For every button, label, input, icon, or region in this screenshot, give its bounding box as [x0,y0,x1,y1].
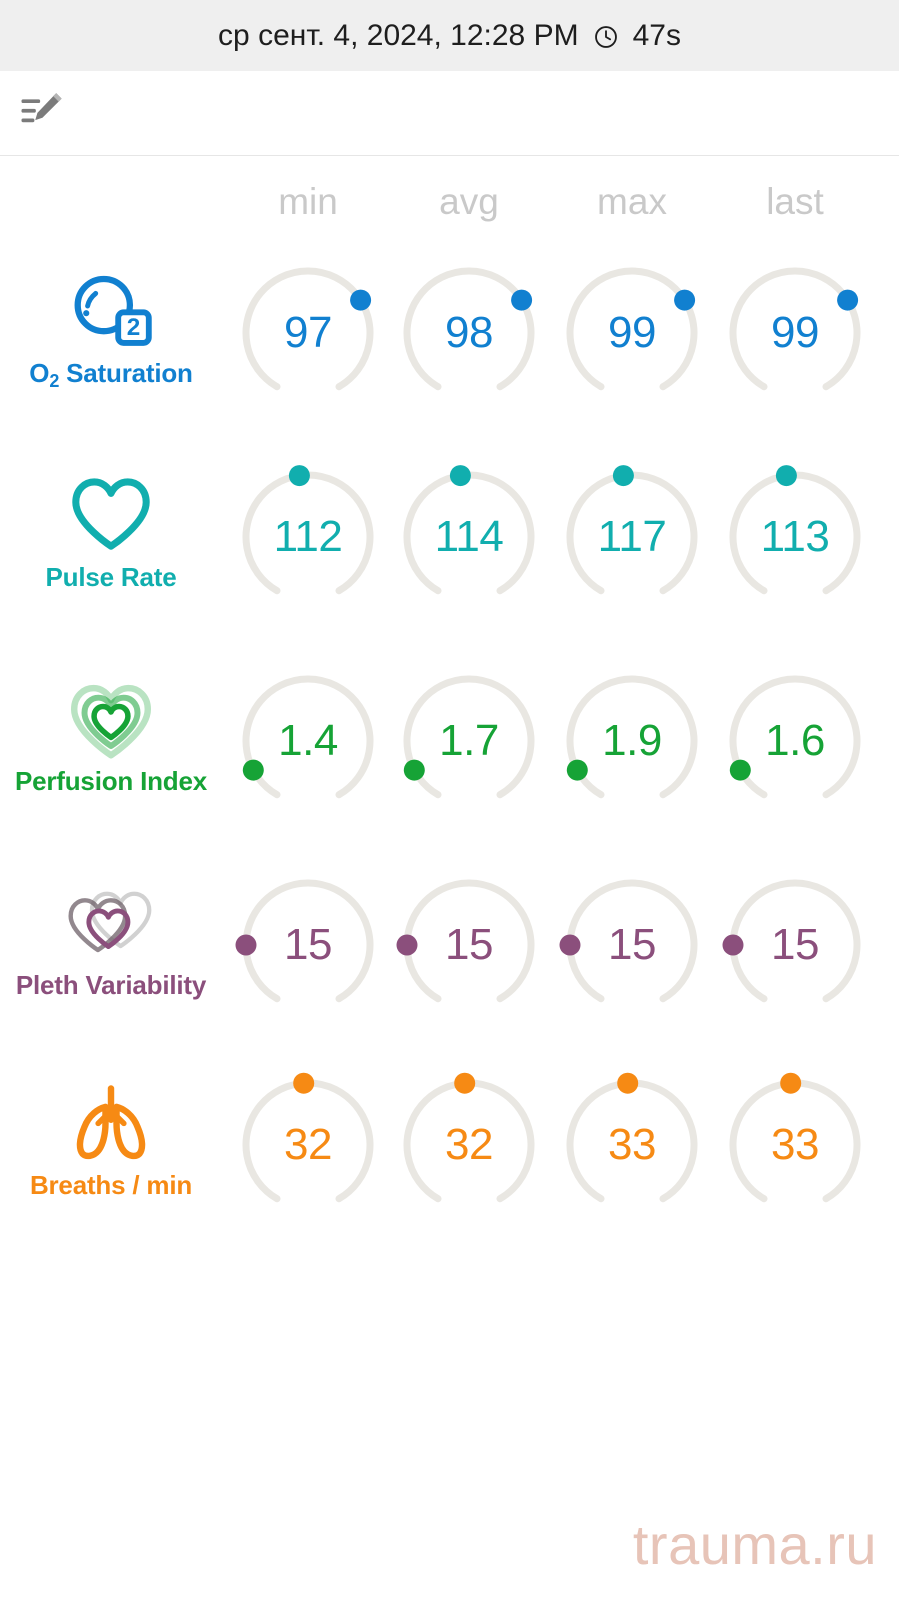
titlebar: ср сент. 4, 2024, 12:28 PM 47s [0,0,899,71]
gauge-value: 15 [608,920,656,969]
metric-label-block[interactable]: Perfusion Index [0,638,222,842]
metric-row: Perfusion Index 1.4 1.7 1.9 1.6 [0,638,899,842]
gauge[interactable]: 99 [713,258,877,408]
gauge[interactable]: 114 [387,462,551,612]
gauge[interactable]: 15 [387,870,551,1020]
gauge-value: 114 [434,512,504,561]
metric-row: Breaths / min 32 32 33 33 [0,1042,899,1246]
gauge-value: 33 [771,1120,819,1169]
gauge-value: 32 [445,1120,493,1169]
gauge[interactable]: 33 [550,1070,714,1220]
gauge-value: 98 [445,308,493,357]
gauge-value: 33 [608,1120,656,1169]
metric-label-block[interactable]: 2 O2 Saturation [0,230,222,434]
gauge[interactable]: 99 [550,258,714,408]
nested-hearts-icon [63,676,159,760]
metric-row: 2 O2 Saturation 97 98 99 99 [0,230,899,434]
gauge-value: 1.9 [602,716,662,765]
gauge-value: 113 [760,512,830,561]
gauge[interactable]: 98 [387,258,551,408]
column-header-max: max [597,181,667,222]
svg-text:2: 2 [127,313,141,340]
gauge[interactable]: 15 [713,870,877,1020]
session-date: ср сент. 4, 2024, 12:28 PM [218,18,579,52]
gauge[interactable]: 32 [387,1070,551,1220]
gauge-value: 117 [597,512,667,561]
gauge-value: 99 [771,308,819,357]
column-header-avg: avg [439,181,499,222]
gauge[interactable]: 15 [550,870,714,1020]
metric-name: Breaths / min [29,1170,193,1200]
column-headers: min avg max last [0,176,899,228]
gauge-value: 1.4 [278,716,338,765]
lungs-icon [63,1080,159,1164]
clock-icon [593,24,619,50]
gauge[interactable]: 97 [226,258,390,408]
heart-outline-icon [63,472,159,556]
subscript-two: 2 [49,371,60,391]
toolbar [0,71,899,156]
metric-name: Pulse Rate [45,562,177,592]
column-header-last: last [766,181,824,222]
gauge-value: 112 [273,512,343,561]
gauge[interactable]: 117 [550,462,714,612]
session-duration: 47s [632,18,681,52]
metric-name: O2 Saturation [29,358,193,391]
gauge[interactable]: 113 [713,462,877,612]
gauge[interactable]: 1.9 [550,666,714,816]
gauge-value: 32 [284,1120,332,1169]
edit-note-icon [20,90,66,138]
gauge[interactable]: 1.4 [226,666,390,816]
gauge[interactable]: 112 [226,462,390,612]
gauge-value: 1.7 [439,716,499,765]
gauge[interactable]: 1.6 [713,666,877,816]
gauge-value: 15 [771,920,819,969]
metric-name: Perfusion Index [14,766,208,796]
metric-label-block[interactable]: Pulse Rate [0,434,222,638]
metric-name: Pleth Variability [15,970,207,1000]
metric-row: Pleth Variability 15 15 15 15 [0,842,899,1046]
metric-label-block[interactable]: Breaths / min [0,1042,222,1246]
gauge-value: 99 [608,308,656,357]
gauge[interactable]: 15 [226,870,390,1020]
edit-note-button[interactable] [16,89,70,139]
metric-row: Pulse Rate 112 114 117 113 [0,434,899,638]
oxygen-bubble-icon: 2 [63,268,159,352]
gauge-value: 15 [284,920,332,969]
overlapping-hearts-icon [63,880,159,964]
app-root: ср сент. 4, 2024, 12:28 PM 47s min avg m… [0,0,899,1599]
column-header-min: min [278,181,338,222]
gauge-value: 97 [284,308,332,357]
site-watermark: trauma.ru [632,1513,877,1576]
gauge[interactable]: 1.7 [387,666,551,816]
gauge-value: 15 [445,920,493,969]
gauge-value: 1.6 [765,716,825,765]
metric-label-block[interactable]: Pleth Variability [0,842,222,1046]
gauge[interactable]: 32 [226,1070,390,1220]
gauge[interactable]: 33 [713,1070,877,1220]
